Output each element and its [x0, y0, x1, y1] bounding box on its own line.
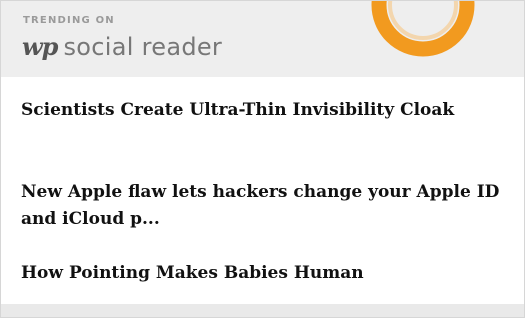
wp-logo-mark: wp: [22, 32, 58, 61]
brand-logo[interactable]: wp social reader: [22, 32, 222, 61]
trending-label: TRENDING ON: [23, 15, 115, 26]
footer-bar: [1, 304, 524, 317]
widget-header: TRENDING ON wp social reader: [1, 1, 524, 77]
headline-link[interactable]: New Apple flaw lets hackers change your …: [21, 179, 501, 233]
headline-link[interactable]: How Pointing Makes Babies Human: [21, 260, 501, 287]
brand-name: social reader: [63, 33, 223, 61]
social-reader-ring-icon: [371, 1, 475, 57]
social-reader-widget: TRENDING ON wp social reader Scientists …: [0, 0, 525, 318]
headline-link[interactable]: Scientists Create Ultra-Thin Invisibilit…: [21, 97, 501, 124]
